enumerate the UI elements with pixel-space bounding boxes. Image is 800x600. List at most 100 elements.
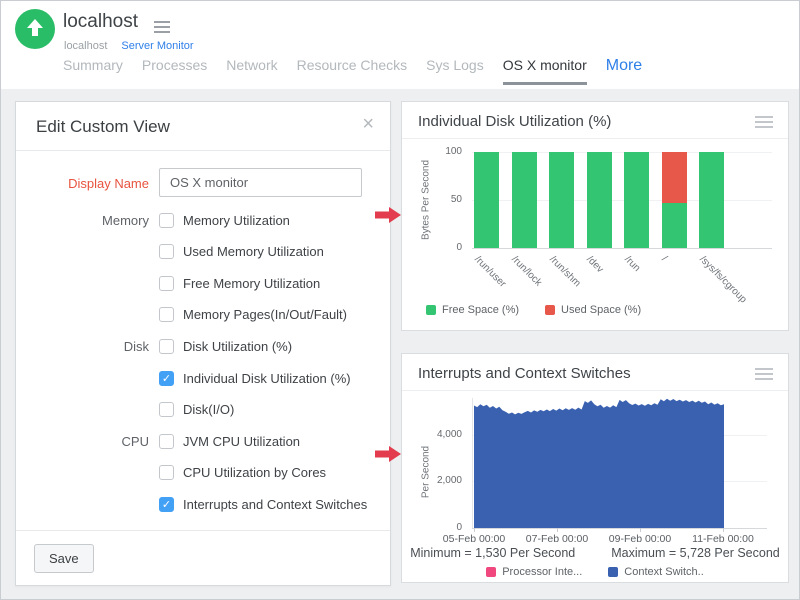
checkbox-label: JVM CPU Utilization: [183, 434, 300, 449]
checkbox-label: Interrupts and Context Switches: [183, 497, 367, 512]
bar-segment-free: [699, 152, 724, 248]
checkbox-label: Disk Utilization (%): [183, 339, 292, 354]
tab-os-x-monitor[interactable]: OS X monitor: [503, 57, 587, 85]
metric-row: DiskDisk Utilization (%): [16, 338, 292, 354]
metric-row: Disk(I/O): [16, 402, 234, 418]
breadcrumb-host: localhost: [64, 40, 107, 52]
minimum-value: Minimum = 1,530 Per Second: [410, 546, 575, 560]
x-axis-line: [472, 248, 772, 249]
chart-menu-icon[interactable]: [755, 116, 773, 131]
legend-item-context-switch[interactable]: Context Switch..: [608, 566, 703, 578]
x-axis-category-label: /run: [622, 254, 642, 274]
tab-resource-checks[interactable]: Resource Checks: [297, 57, 408, 82]
legend-label: Free Space (%): [442, 304, 519, 316]
bar-segment-free: [512, 152, 537, 248]
x-tick-mark: [723, 528, 724, 532]
app-window: localhost localhost Server Monitor Summar…: [0, 0, 800, 600]
metric-row: CPU Utilization by Cores: [16, 465, 326, 481]
x-axis-category-label: /run/shm: [547, 254, 582, 289]
dialog-header: Edit Custom View ×: [16, 102, 390, 151]
metric-row: Free Memory Utilization: [16, 275, 320, 291]
chart-title: Individual Disk Utilization (%): [418, 113, 611, 130]
bar-run-user: [474, 152, 499, 248]
metric-row: Used Memory Utilization: [16, 244, 324, 260]
checkbox-label: Individual Disk Utilization (%): [183, 371, 351, 386]
bar-: [662, 152, 687, 248]
checkbox-individual-disk-utilization[interactable]: ✓: [159, 371, 174, 386]
checkbox-interrupts-and-context-switches[interactable]: ✓: [159, 497, 174, 512]
bar-segment-free: [587, 152, 612, 248]
tab-processes[interactable]: Processes: [142, 57, 207, 82]
bar-segment-free: [549, 152, 574, 248]
red-arrow-icon: [375, 206, 402, 224]
bar-segment-used: [662, 152, 687, 203]
y-tick-label: 0: [428, 522, 462, 533]
x-tick-mark: [474, 528, 475, 532]
x-tick-label: 07-Feb 00:00: [526, 533, 588, 545]
x-tick-mark: [557, 528, 558, 532]
edit-custom-view-dialog: Edit Custom View × Display Name MemoryMe…: [15, 101, 391, 586]
tab-network[interactable]: Network: [226, 57, 277, 82]
checkbox-disk-utilization[interactable]: [159, 339, 174, 354]
group-label-cpu: CPU: [16, 434, 149, 449]
legend-item-processor-inte[interactable]: Processor Inte...: [486, 566, 582, 578]
legend-swatch-icon: [426, 305, 436, 315]
chart-legend: Processor Inte... Context Switch..: [402, 566, 788, 578]
metric-row: ✓ Individual Disk Utilization (%): [16, 370, 351, 386]
bar-sys-fs-cgroup: [699, 152, 724, 248]
checkbox-jvm-cpu-utilization[interactable]: [159, 434, 174, 449]
checkbox-cpu-utilization-by-cores[interactable]: [159, 465, 174, 480]
legend-item-free-space[interactable]: Free Space (%): [426, 304, 519, 316]
bar-segment-free: [662, 203, 687, 248]
checkbox-memory-utilization[interactable]: [159, 213, 174, 228]
checkbox-used-memory-utilization[interactable]: [159, 244, 174, 259]
bar-run-shm: [549, 152, 574, 248]
y-tick-label: 0: [428, 242, 462, 253]
y-axis-label: Per Second: [421, 446, 432, 498]
tab-bar: Summary Processes Network Resource Checks Sy…: [63, 57, 642, 85]
save-button[interactable]: Save: [34, 544, 94, 573]
bar-segment-free: [474, 152, 499, 248]
x-axis-category-label: /run/lock: [509, 254, 544, 289]
close-icon[interactable]: ×: [362, 114, 374, 134]
metric-row: CPU JVM CPU Utilization: [16, 433, 300, 449]
checkbox-label: Memory Pages(In/Out/Fault): [183, 307, 347, 322]
metric-row: Memory Pages(In/Out/Fault): [16, 307, 347, 323]
tab-summary[interactable]: Summary: [63, 57, 123, 82]
checkbox-memory-pages-in-out-fault[interactable]: [159, 307, 174, 322]
legend-swatch-icon: [486, 567, 496, 577]
y-tick-label: 2,000: [428, 475, 462, 486]
checkbox-free-memory-utilization[interactable]: [159, 276, 174, 291]
breadcrumb-link-server-monitor[interactable]: Server Monitor: [121, 40, 193, 52]
chart-title: Interrupts and Context Switches: [418, 365, 631, 382]
x-axis-category-label: /: [659, 254, 669, 264]
x-tick-label: 09-Feb 00:00: [609, 533, 671, 545]
server-status-up-icon: [15, 9, 55, 49]
bar-run: [624, 152, 649, 248]
dialog-footer: Save: [16, 530, 390, 585]
bar-run-lock: [512, 152, 537, 248]
display-name-input[interactable]: [159, 168, 362, 197]
checkbox-label: CPU Utilization by Cores: [183, 465, 326, 480]
chart-menu-icon[interactable]: [755, 368, 773, 383]
maximum-value: Maximum = 5,728 Per Second: [611, 546, 780, 560]
tab-more[interactable]: More: [606, 57, 642, 84]
divider: [402, 138, 788, 139]
chart-legend: Free Space (%) Used Space (%): [426, 304, 641, 316]
legend-label: Processor Inte...: [502, 566, 582, 578]
bar-dev: [587, 152, 612, 248]
red-arrow-icon: [375, 445, 402, 463]
tab-sys-logs[interactable]: Sys Logs: [426, 57, 484, 82]
page-title: localhost: [63, 11, 138, 33]
x-tick-label: 11-Feb 00:00: [692, 533, 754, 545]
x-tick-label: 05-Feb 00:00: [443, 533, 505, 545]
page-header: localhost localhost Server Monitor Summar…: [1, 1, 799, 89]
legend-item-used-space[interactable]: Used Space (%): [545, 304, 641, 316]
metric-row: ✓ Interrupts and Context Switches: [16, 496, 367, 512]
checkbox-disk-i-o[interactable]: [159, 402, 174, 417]
legend-label: Context Switch..: [624, 566, 703, 578]
checkbox-label: Free Memory Utilization: [183, 276, 320, 291]
hamburger-menu-icon[interactable]: [154, 21, 170, 36]
bar-segment-free: [624, 152, 649, 248]
breadcrumb: localhost Server Monitor: [64, 40, 194, 52]
